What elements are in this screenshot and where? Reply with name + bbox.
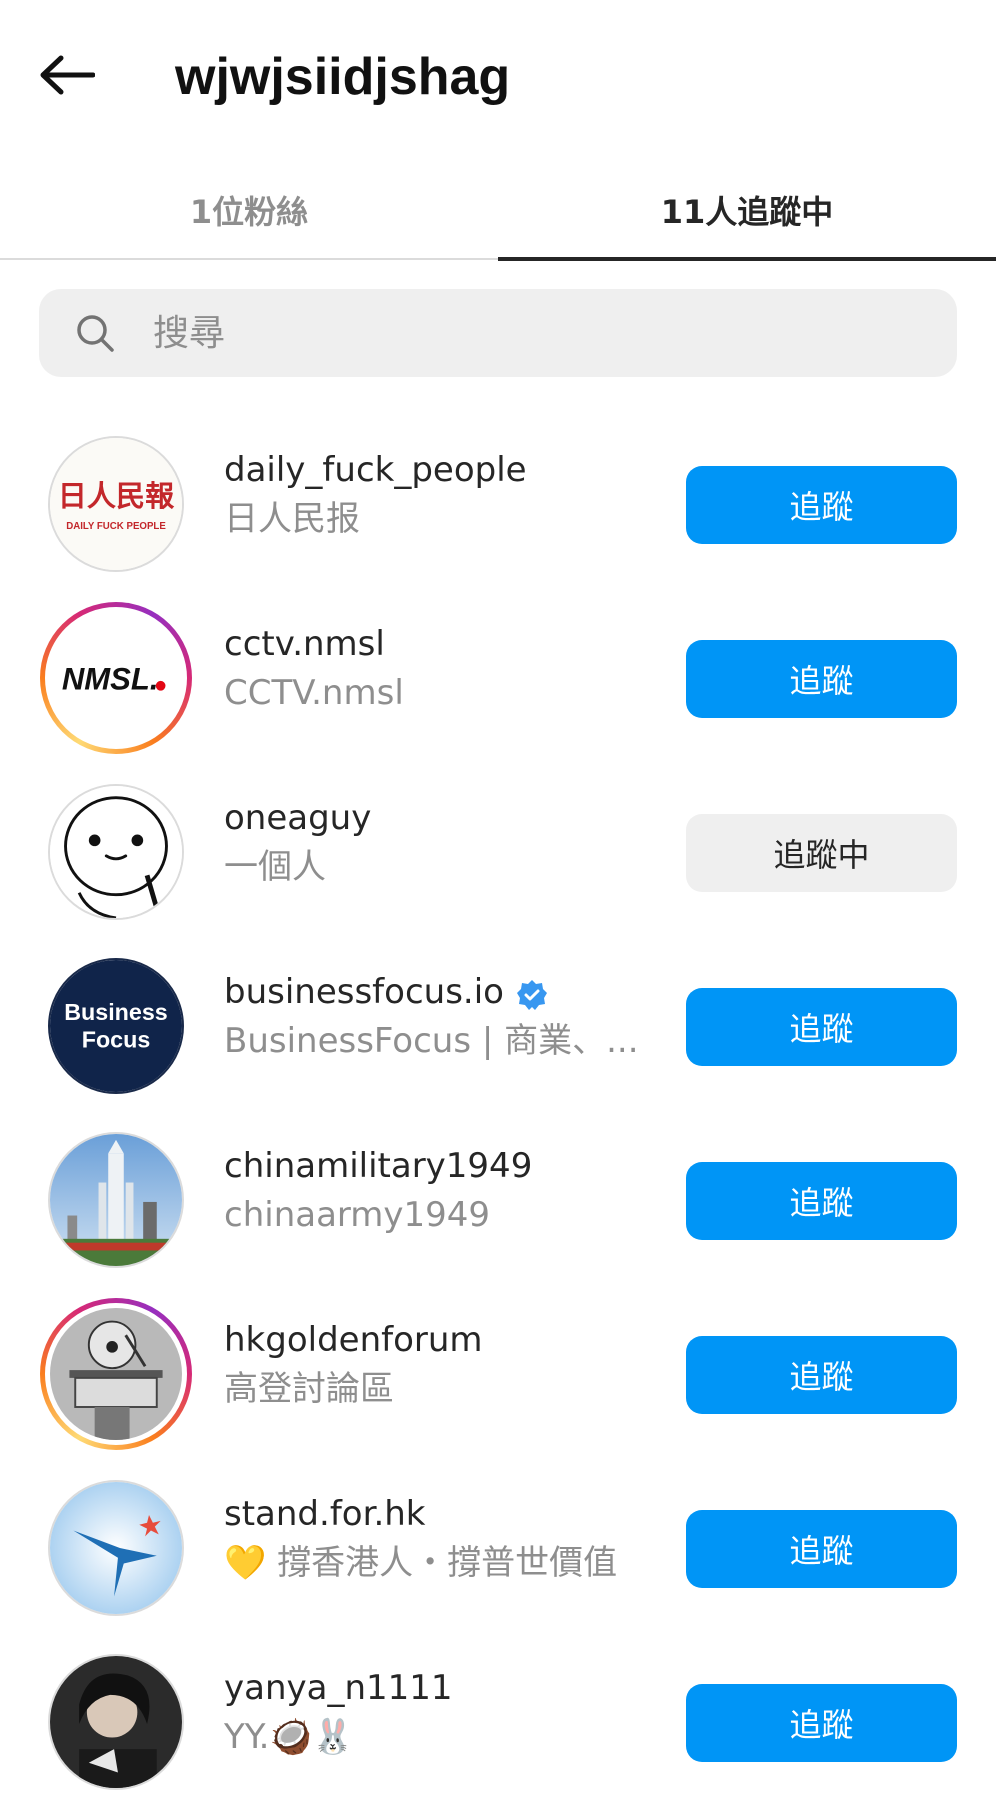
avatar[interactable] bbox=[40, 1472, 192, 1624]
full-name: chinaarmy1949 bbox=[224, 1195, 491, 1235]
username-text: businessfocus.io bbox=[224, 972, 504, 1012]
follow-button[interactable]: 追蹤 bbox=[686, 466, 957, 544]
active-tab-indicator bbox=[498, 257, 996, 261]
svg-text:Business: Business bbox=[64, 999, 168, 1025]
username[interactable]: daily_fuck_people bbox=[224, 446, 644, 494]
follow-button[interactable]: 追蹤 bbox=[686, 1684, 957, 1762]
tab-followers[interactable]: 1位粉絲 bbox=[0, 160, 498, 260]
page-title: wjwjsiidjshag bbox=[175, 48, 511, 106]
follow-button[interactable]: 追蹤 bbox=[686, 640, 957, 718]
full-name: 日人民报 bbox=[224, 499, 360, 539]
search-icon bbox=[75, 313, 115, 353]
list-item[interactable]: Business Focus businessfocus.io Business… bbox=[0, 930, 996, 1104]
avatar[interactable]: NMSL. bbox=[40, 602, 192, 754]
following-button[interactable]: 追蹤中 bbox=[686, 814, 957, 892]
avatar[interactable] bbox=[40, 1124, 192, 1276]
arrow-left-icon bbox=[39, 55, 96, 99]
header: wjwjsiidjshag bbox=[0, 0, 996, 150]
search-input[interactable] bbox=[153, 289, 933, 377]
avatar[interactable] bbox=[40, 776, 192, 928]
full-name: 一個人 bbox=[224, 847, 326, 887]
list-item[interactable]: yanya_n1111 YY.🥥🐰 追蹤 bbox=[0, 1626, 996, 1800]
list-item[interactable]: hkgoldenforum 高登討論區 追蹤 bbox=[0, 1278, 996, 1452]
follow-button[interactable]: 追蹤 bbox=[686, 1162, 957, 1240]
list-item[interactable]: chinamilitary1949 chinaarmy1949 追蹤 bbox=[0, 1104, 996, 1278]
svg-text:日人民報: 日人民報 bbox=[58, 479, 175, 513]
list-item[interactable]: oneaguy 一個人 追蹤中 bbox=[0, 756, 996, 930]
list-item[interactable]: stand.for.hk 💛 撐香港人・撐普世價值 追蹤 bbox=[0, 1452, 996, 1626]
verified-badge-icon bbox=[516, 976, 548, 1010]
username[interactable]: businessfocus.io bbox=[224, 968, 644, 1016]
username[interactable]: hkgoldenforum bbox=[224, 1316, 644, 1364]
svg-text:Focus: Focus bbox=[82, 1026, 151, 1052]
list-item[interactable]: NMSL. cctv.nmsl CCTV.nmsl 追蹤 bbox=[0, 582, 996, 756]
tab-following[interactable]: 11人追蹤中 bbox=[498, 160, 996, 260]
search-bar[interactable] bbox=[39, 289, 957, 377]
svg-text:NMSL.: NMSL. bbox=[62, 662, 159, 697]
username[interactable]: stand.for.hk bbox=[224, 1490, 644, 1538]
list-item[interactable]: 日人民報 DAILY FUCK PEOPLE daily_fuck_people… bbox=[0, 408, 996, 582]
svg-text:DAILY FUCK PEOPLE: DAILY FUCK PEOPLE bbox=[66, 521, 166, 532]
avatar[interactable] bbox=[40, 1298, 192, 1450]
username[interactable]: oneaguy bbox=[224, 794, 644, 842]
full-name: CCTV.nmsl bbox=[224, 673, 404, 713]
follow-button[interactable]: 追蹤 bbox=[686, 988, 957, 1066]
full-name: 高登討論區 bbox=[224, 1369, 394, 1409]
follow-button[interactable]: 追蹤 bbox=[686, 1336, 957, 1414]
full-name: BusinessFocus | 商業、... bbox=[224, 1021, 639, 1061]
tab-bar: 1位粉絲 11人追蹤中 bbox=[0, 160, 996, 261]
avatar[interactable]: Business Focus bbox=[40, 950, 192, 1102]
username[interactable]: chinamilitary1949 bbox=[224, 1142, 644, 1190]
back-button[interactable] bbox=[34, 52, 100, 102]
username[interactable]: cctv.nmsl bbox=[224, 620, 644, 668]
username[interactable]: yanya_n1111 bbox=[224, 1664, 644, 1712]
avatar[interactable]: 日人民報 DAILY FUCK PEOPLE bbox=[40, 428, 192, 580]
follow-button[interactable]: 追蹤 bbox=[686, 1510, 957, 1588]
full-name: YY.🥥🐰 bbox=[224, 1717, 355, 1757]
full-name: 💛 撐香港人・撐普世價值 bbox=[224, 1543, 618, 1583]
avatar[interactable] bbox=[40, 1646, 192, 1798]
